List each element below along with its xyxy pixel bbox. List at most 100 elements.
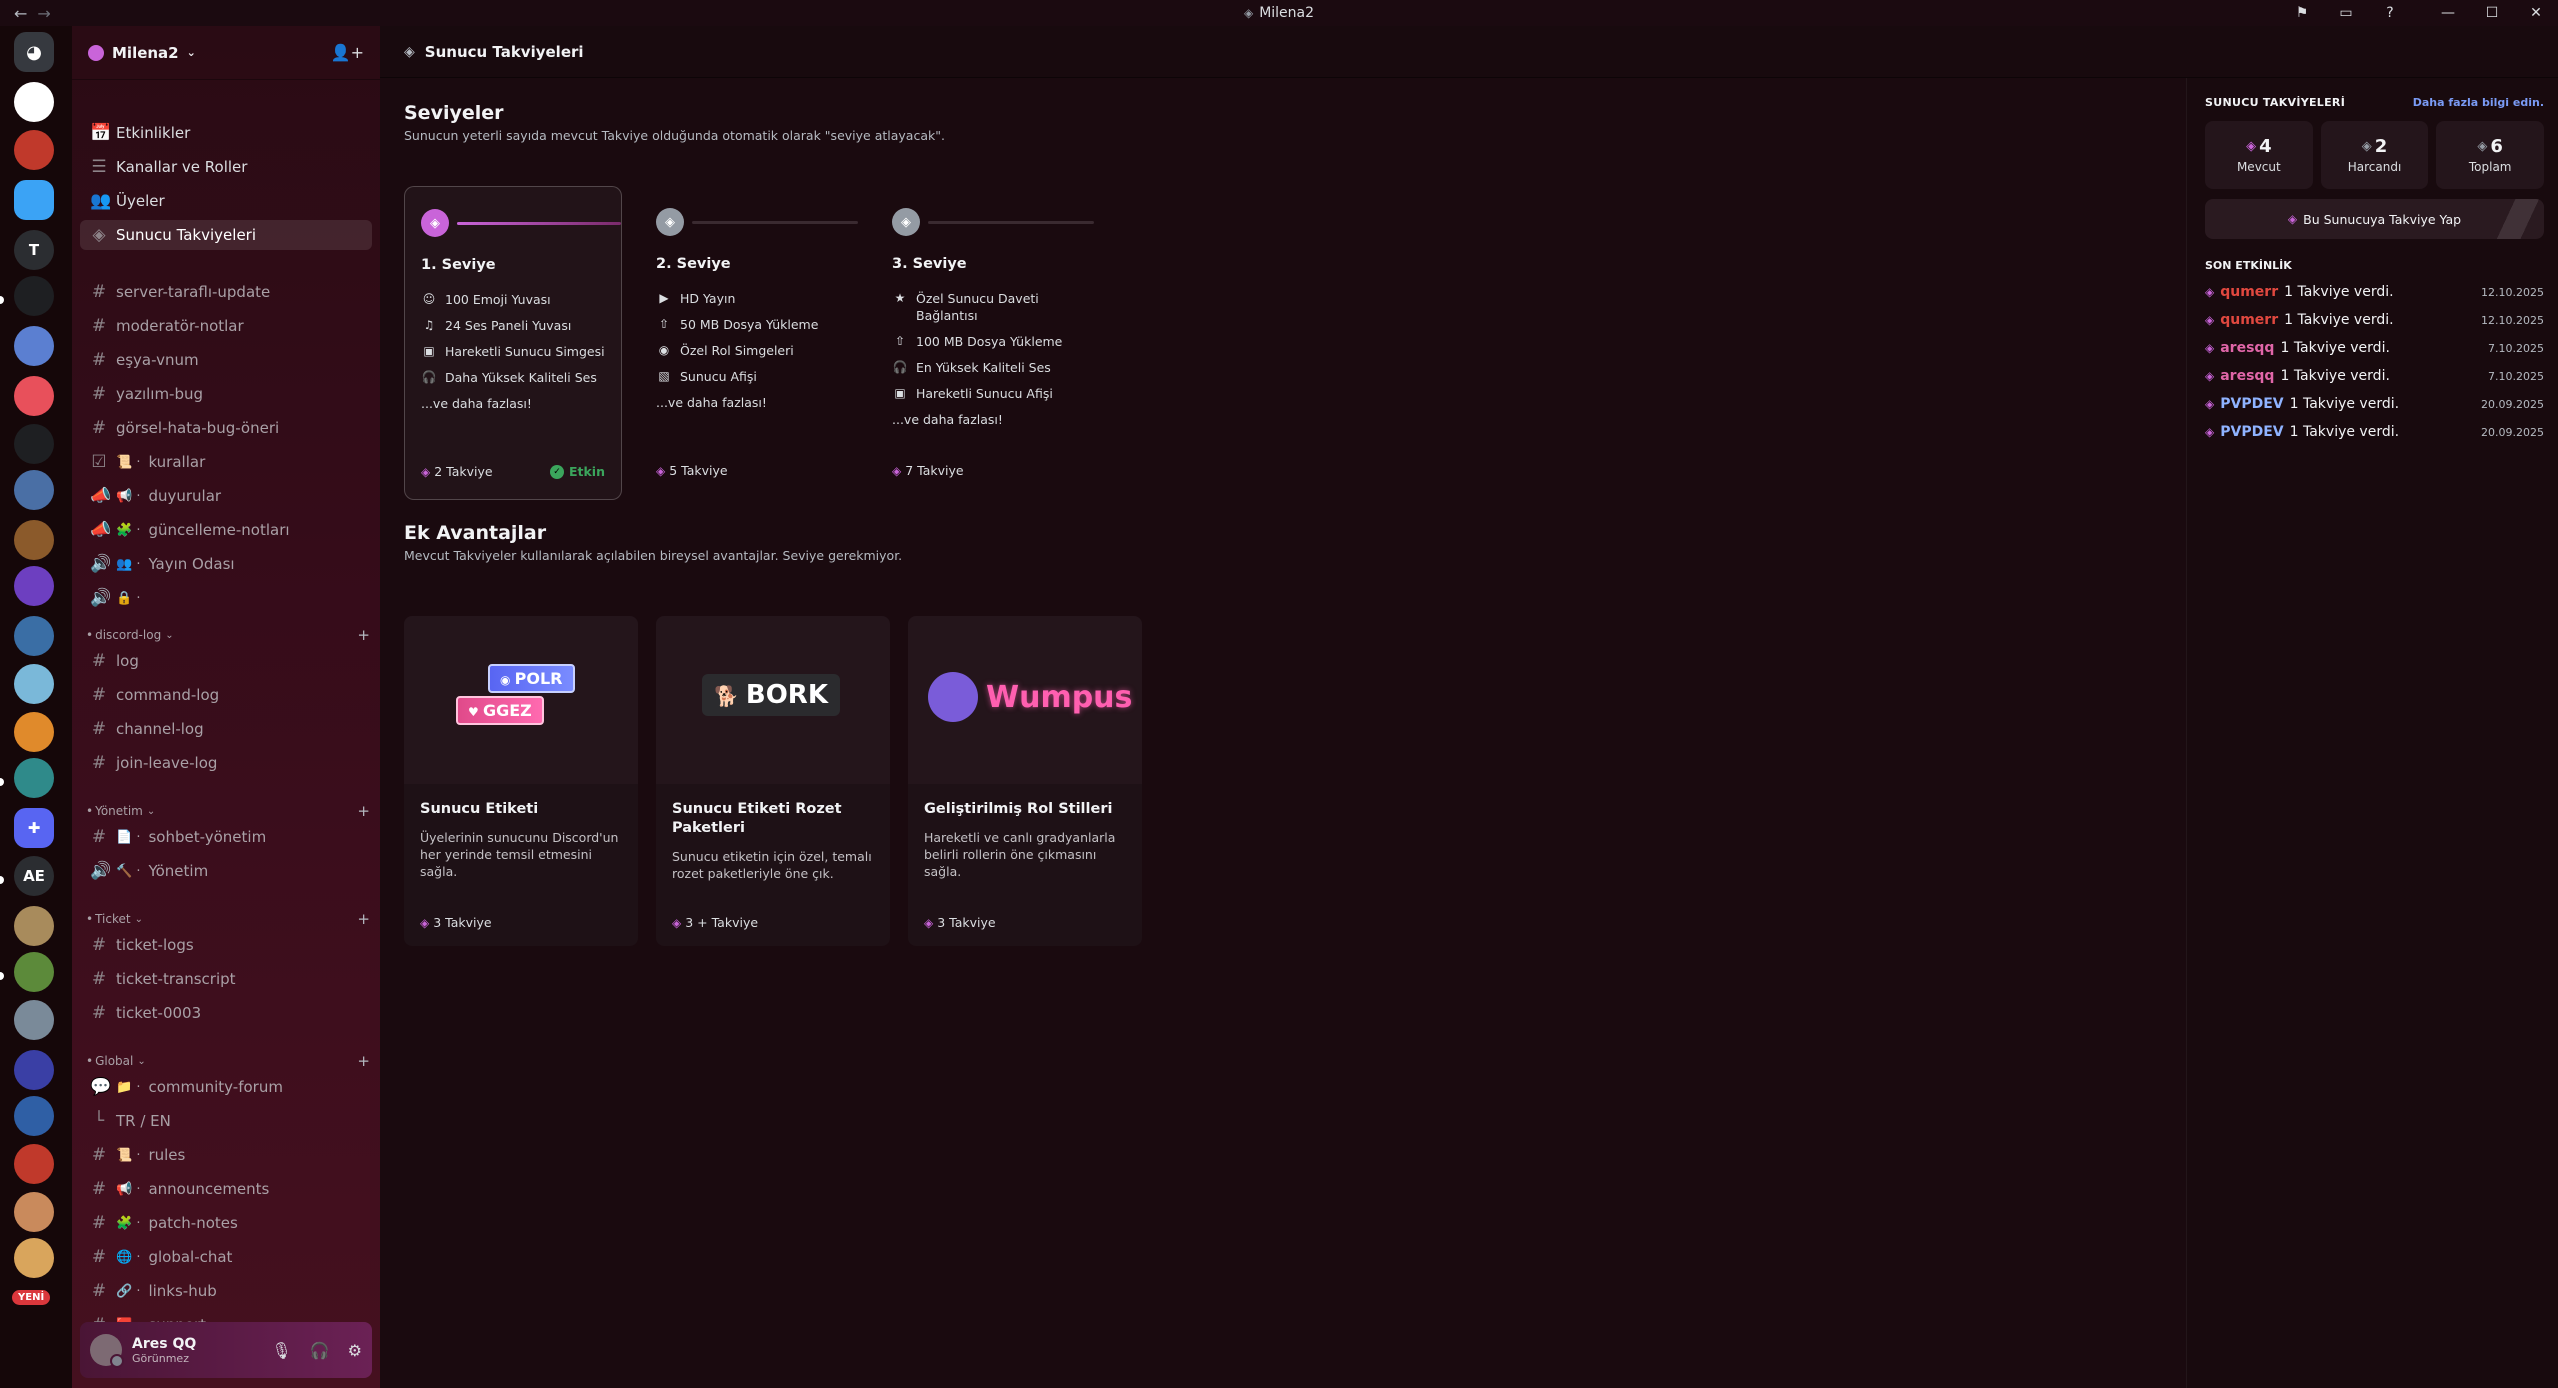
channel-item[interactable]: # ticket-transcript bbox=[80, 964, 372, 994]
activity-user[interactable]: aresqq bbox=[2220, 340, 2274, 356]
channel-item[interactable]: └ TR / EN bbox=[80, 1106, 372, 1136]
server-icon[interactable] bbox=[14, 1096, 54, 1136]
channel-item[interactable]: # server-taraflı-update bbox=[80, 277, 372, 307]
server-icon[interactable] bbox=[14, 664, 54, 704]
perk-card[interactable]: 🐕 BORK Sunucu Etiketi Rozet Paketleri Sunu… bbox=[656, 616, 890, 946]
server-icon[interactable]: AE bbox=[14, 856, 54, 896]
channel-item[interactable]: # 📜 · rules bbox=[80, 1140, 372, 1170]
main-content: ◈ Sunucu Takviyeleri Seviyeler Sunucun y… bbox=[380, 26, 2558, 1388]
server-icon[interactable] bbox=[14, 326, 54, 366]
invite-people-icon[interactable]: 👤+ bbox=[331, 43, 364, 62]
server-icon[interactable] bbox=[14, 276, 54, 316]
server-icon[interactable] bbox=[14, 424, 54, 464]
activity-user[interactable]: PVPDEV bbox=[2220, 396, 2283, 412]
channel-category[interactable]: • Ticket ⌄ + bbox=[86, 910, 372, 928]
microphone-icon[interactable]: 🎙 bbox=[271, 1341, 291, 1360]
boost-server-button[interactable]: ◈ Bu Sunucuya Takviye Yap bbox=[2205, 199, 2544, 239]
channel-item[interactable]: # log bbox=[80, 646, 372, 676]
user-info[interactable]: Ares QQ Görünmez bbox=[132, 1336, 196, 1365]
channel-item[interactable]: # eşya-vnum bbox=[80, 345, 372, 375]
channel-category[interactable]: • Yönetim ⌄ + bbox=[86, 802, 372, 820]
settings-gear-icon[interactable]: ⚙ bbox=[348, 1341, 362, 1360]
activity-user[interactable]: aresqq bbox=[2220, 368, 2274, 384]
create-channel-plus-icon[interactable]: + bbox=[357, 802, 372, 820]
server-icon[interactable] bbox=[14, 712, 54, 752]
channel-item[interactable]: 🔊 👥 · Yayın Odası bbox=[80, 549, 372, 579]
tier-name: 3. Seviye bbox=[892, 256, 967, 272]
server-icon[interactable] bbox=[14, 180, 54, 220]
forward-arrow-icon[interactable]: → bbox=[37, 4, 50, 23]
create-channel-plus-icon[interactable]: + bbox=[357, 910, 372, 928]
server-icon[interactable] bbox=[14, 470, 54, 510]
server-icon[interactable] bbox=[14, 1000, 54, 1040]
channel-item[interactable]: 📣 🧩 · güncelleme-notları bbox=[80, 515, 372, 545]
minimize-icon[interactable]: — bbox=[2426, 5, 2470, 21]
channel-item[interactable]: 🔊 🔒 · bbox=[80, 583, 372, 613]
add-server-button[interactable]: ✚ bbox=[14, 808, 54, 848]
server-icon[interactable] bbox=[14, 1238, 54, 1278]
activity-user[interactable]: PVPDEV bbox=[2220, 424, 2283, 440]
headphones-icon[interactable]: 🎧 bbox=[310, 1341, 330, 1360]
channel-item[interactable]: ☑ 📜 · kurallar bbox=[80, 447, 372, 477]
server-icon[interactable] bbox=[14, 758, 54, 798]
channel-item[interactable]: # görsel-hata-bug-öneri bbox=[80, 413, 372, 443]
channel-item[interactable]: # channel-log bbox=[80, 714, 372, 744]
channel-type-icon: ☑ bbox=[91, 452, 107, 472]
channel-category[interactable]: • discord-log ⌄ + bbox=[86, 626, 372, 644]
help-icon[interactable]: ? bbox=[2368, 5, 2412, 21]
server-name[interactable]: Milena2 ⌄ bbox=[88, 44, 196, 62]
channel-item[interactable]: # 🔗 · links-hub bbox=[80, 1276, 372, 1306]
back-arrow-icon[interactable]: ← bbox=[14, 4, 27, 23]
channel-item[interactable]: # join-leave-log bbox=[80, 748, 372, 778]
channel-item[interactable]: # moderatör-notlar bbox=[80, 311, 372, 341]
nav-item[interactable]: ☰ Kanallar ve Roller bbox=[80, 152, 372, 182]
channel-item[interactable]: # 📢 · announcements bbox=[80, 1174, 372, 1204]
channel-category[interactable]: • Global ⌄ + bbox=[86, 1052, 372, 1070]
server-icon[interactable] bbox=[14, 1192, 54, 1232]
server-icon[interactable] bbox=[14, 1144, 54, 1184]
server-icon[interactable] bbox=[14, 520, 54, 560]
maximize-icon[interactable]: ☐ bbox=[2470, 5, 2514, 21]
server-icon[interactable] bbox=[14, 906, 54, 946]
server-header[interactable]: Milena2 ⌄ 👤+ bbox=[72, 26, 380, 80]
avatar[interactable] bbox=[90, 1334, 124, 1368]
channel-item[interactable]: 🔊 🔨 · Yönetim bbox=[80, 856, 372, 886]
perk-card[interactable]: ◉ POLR ♥ GGEZ Sunucu Etiketi Üyelerinin sun… bbox=[404, 616, 638, 946]
nav-item[interactable]: 👥 Üyeler bbox=[80, 186, 372, 216]
channel-item[interactable]: # ticket-logs bbox=[80, 930, 372, 960]
perk-description: Sunucu etiketin için özel, temalı rozet … bbox=[672, 849, 872, 881]
server-icon[interactable]: T bbox=[14, 230, 54, 270]
create-channel-plus-icon[interactable]: + bbox=[357, 626, 372, 644]
server-icon[interactable] bbox=[14, 82, 54, 122]
channel-item[interactable]: # command-log bbox=[80, 680, 372, 710]
nav-item[interactable]: 📅 Etkinlikler bbox=[80, 118, 372, 148]
create-channel-plus-icon[interactable]: + bbox=[357, 1052, 372, 1070]
activity-user[interactable]: qumerr bbox=[2220, 312, 2278, 328]
channel-item[interactable]: 💬 📁 · community-forum bbox=[80, 1072, 372, 1102]
channel-item[interactable]: # ticket-0003 bbox=[80, 998, 372, 1028]
server-icon[interactable] bbox=[14, 952, 54, 992]
nav-item[interactable]: ◈ Sunucu Takviyeleri bbox=[80, 220, 372, 250]
server-icon[interactable] bbox=[14, 566, 54, 606]
channel-emoji-icon: 🔗 · bbox=[116, 1283, 141, 1299]
close-icon[interactable]: ✕ bbox=[2514, 5, 2558, 21]
activity-user[interactable]: qumerr bbox=[2220, 284, 2278, 300]
channel-item[interactable]: 📣 📢 · duyurular bbox=[80, 481, 372, 511]
inbox-icon[interactable]: ▭ bbox=[2324, 5, 2368, 21]
server-icon[interactable] bbox=[14, 130, 54, 170]
perk-description: Hareketli ve canlı gradyanlarla belirli … bbox=[924, 830, 1116, 879]
direct-messages-icon[interactable]: ◕ bbox=[14, 32, 54, 72]
channel-item[interactable]: # 📄 · sohbet-yönetim bbox=[80, 822, 372, 852]
channel-item[interactable]: # 🌐 · global-chat bbox=[80, 1242, 372, 1272]
server-icon[interactable] bbox=[14, 616, 54, 656]
server-icon[interactable] bbox=[14, 1050, 54, 1090]
perk-card[interactable]: Wumpus Geliştirilmiş Rol Stilleri Hareketl… bbox=[908, 616, 1142, 946]
server-icon[interactable] bbox=[14, 376, 54, 416]
flag-icon[interactable]: ⚑ bbox=[2280, 5, 2324, 21]
channel-type-icon: 💬 bbox=[90, 1077, 112, 1097]
channel-item[interactable]: # yazılım-bug bbox=[80, 379, 372, 409]
channel-item[interactable]: # 🧩 · patch-notes bbox=[80, 1208, 372, 1238]
learn-more-link[interactable]: Daha fazla bilgi edin. bbox=[2413, 96, 2544, 109]
tier-perk: 🎧 En Yüksek Kaliteli Ses bbox=[892, 359, 1086, 376]
page-title: Sunucu Takviyeleri bbox=[424, 42, 584, 61]
